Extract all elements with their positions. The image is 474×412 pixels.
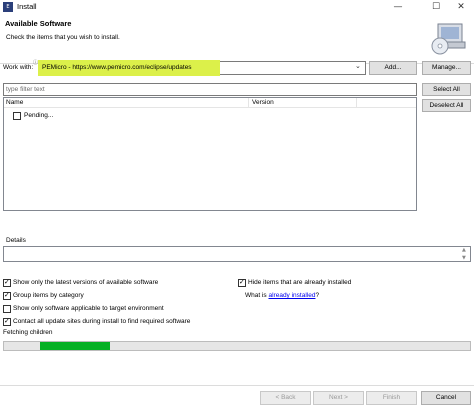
cancel-button[interactable]: Cancel (421, 391, 471, 405)
contact-sites-label: Contact all update sites during install … (13, 318, 191, 325)
group-by-category-label: Group items by category (13, 292, 84, 299)
work-with-label: Work with: (3, 64, 34, 71)
scroll-up-icon[interactable]: ▲ (462, 247, 466, 253)
deselect-all-button[interactable]: Deselect All (422, 99, 471, 112)
hide-installed-checkbox[interactable] (238, 278, 246, 287)
details-area (3, 246, 471, 262)
contact-sites-checkbox[interactable] (3, 317, 11, 326)
scroll-down-icon[interactable]: ▼ (462, 255, 466, 261)
tree-item-label: Pending... (24, 112, 54, 119)
target-env-checkbox[interactable] (3, 305, 11, 313)
minimize-button[interactable]: — (383, 0, 413, 14)
progress-bar-fill (40, 342, 110, 350)
back-button[interactable]: < Back (260, 391, 311, 405)
footer-divider (0, 385, 474, 386)
latest-versions-label: Show only the latest versions of availab… (13, 279, 159, 286)
window-title: Install (17, 2, 37, 11)
finish-button[interactable]: Finish (366, 391, 417, 405)
what-is-prefix: What is (245, 292, 267, 299)
group-by-category-checkbox[interactable] (3, 291, 11, 300)
select-all-button[interactable]: Select All (422, 83, 471, 96)
already-installed-link[interactable]: already installed (268, 292, 315, 299)
next-button[interactable]: Next > (313, 391, 364, 405)
filter-input[interactable] (3, 83, 417, 96)
filter-placeholder: type filter text (6, 86, 45, 93)
what-is-suffix: ? (315, 292, 320, 299)
column-divider[interactable] (248, 98, 249, 108)
hide-installed-label: Hide items that are already installed (248, 279, 352, 286)
status-text: Fetching children (3, 329, 53, 336)
chevron-down-icon[interactable]: ⌄ (355, 62, 361, 70)
page-subtitle: Check the items that you wish to install… (6, 34, 120, 41)
eclipse-install-icon: E (3, 2, 13, 12)
page-title: Available Software (5, 19, 72, 28)
install-cd-icon (431, 23, 466, 55)
details-label: Details (6, 237, 26, 244)
column-divider[interactable] (356, 98, 357, 108)
close-window-button[interactable]: ✕ (446, 0, 474, 14)
column-version-header[interactable]: Version (252, 99, 274, 106)
latest-versions-checkbox[interactable] (3, 278, 11, 287)
software-tree[interactable] (3, 97, 417, 211)
tree-header (4, 98, 416, 108)
add-site-button[interactable]: Add... (369, 61, 417, 75)
what-is-installed-text: What is already installed? (245, 292, 319, 299)
work-with-value: PEMicro - https://www.pemicro.com/eclips… (42, 64, 192, 71)
column-name-header[interactable]: Name (6, 99, 23, 106)
manage-sites-button[interactable]: Manage... (422, 61, 471, 75)
target-env-label: Show only software applicable to target … (13, 305, 164, 312)
pending-item-checkbox[interactable] (13, 112, 21, 120)
